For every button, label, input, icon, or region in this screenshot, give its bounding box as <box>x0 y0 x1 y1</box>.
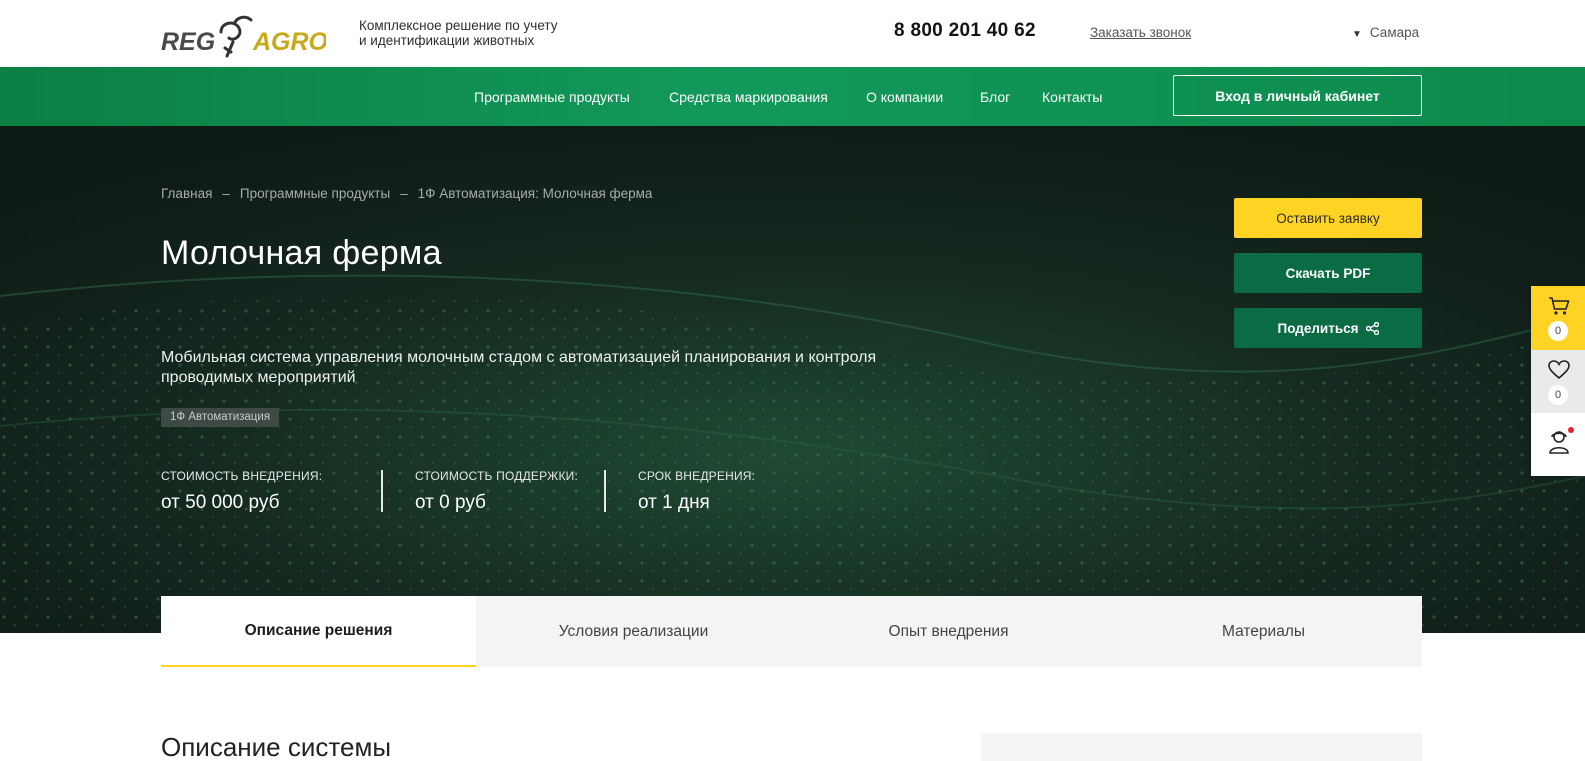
svg-text:REG: REG <box>161 28 215 56</box>
nav-item-contacts[interactable]: Контакты <box>1042 89 1102 105</box>
city-selector[interactable]: ▼ Самара <box>1352 25 1419 40</box>
login-button[interactable]: Вход в личный кабинет <box>1173 75 1422 116</box>
tab-implementation-experience[interactable]: Опыт внедрения <box>791 596 1106 667</box>
breadcrumb-home[interactable]: Главная <box>161 186 212 201</box>
tagline: Комплексное решение по учету и идентифик… <box>359 18 558 48</box>
breadcrumb-separator: – <box>400 186 408 201</box>
metric-label: Стоимость внедрения: <box>161 469 323 483</box>
main-nav: Программные продукты Средства маркирован… <box>0 67 1585 126</box>
side-panel: 0 0 <box>1531 286 1585 476</box>
tab-solution-description[interactable]: Описание решения <box>161 596 476 667</box>
metric-divider <box>381 470 383 512</box>
content-tabs: Описание решения Условия реализации Опыт… <box>161 596 1422 667</box>
callback-link[interactable]: Заказать звонок <box>1090 25 1191 40</box>
header: REG AGRO Комплексное решение по учету и … <box>0 0 1585 67</box>
side-card <box>981 733 1422 761</box>
nav-item-blog[interactable]: Блог <box>980 89 1010 105</box>
metric-value: от 1 дня <box>638 492 710 513</box>
cart-count: 0 <box>1548 321 1568 341</box>
support-agent-icon <box>1549 431 1569 454</box>
notification-dot <box>1568 427 1574 433</box>
metric-label: Стоимость поддержки: <box>415 469 579 483</box>
metric-divider <box>604 470 606 512</box>
tab-materials[interactable]: Материалы <box>1106 596 1421 667</box>
metric-value: от 0 руб <box>415 492 486 513</box>
section-title: Описание системы <box>161 732 392 761</box>
metric-implementation-cost: Стоимость внедрения: от 50 000 руб <box>161 469 322 514</box>
tagline-line-2: и идентификации животных <box>359 33 535 48</box>
nav-item-about[interactable]: О компании <box>866 89 943 105</box>
heart-icon <box>1548 360 1570 380</box>
regagro-logo[interactable]: REG AGRO <box>161 12 326 58</box>
metric-support-cost: Стоимость поддержки: от 0 руб <box>415 469 578 514</box>
city-label: Самара <box>1369 25 1420 40</box>
category-tag[interactable]: 1Ф Автоматизация <box>161 408 280 427</box>
svg-text:AGRO: AGRO <box>252 28 326 56</box>
nav-item-marking[interactable]: Средства маркирования <box>669 89 828 105</box>
favorites-widget[interactable]: 0 <box>1531 350 1585 413</box>
breadcrumb-separator: – <box>222 186 230 201</box>
hero-section: Главная – Программные продукты –1Ф Автомати… <box>0 126 1585 633</box>
nav-item-software[interactable]: Программные продукты <box>474 89 630 105</box>
download-pdf-button[interactable]: Скачать PDF <box>1234 253 1422 293</box>
favorites-count: 0 <box>1548 385 1568 405</box>
cart-widget[interactable]: 0 <box>1531 286 1585 350</box>
support-widget[interactable] <box>1531 413 1585 476</box>
share-label: Поделиться <box>1277 320 1359 336</box>
breadcrumb-current: 1Ф Автоматизация: Молочная ферма <box>417 186 653 201</box>
request-button[interactable]: Оставить заявку <box>1234 198 1422 238</box>
share-button[interactable]: Поделиться <box>1234 308 1422 348</box>
product-description: Мобильная система управления молочным ст… <box>161 349 877 386</box>
breadcrumb-software[interactable]: Программные продукты <box>240 186 390 201</box>
cart-icon <box>1549 297 1570 315</box>
share-icon <box>1365 321 1379 335</box>
phone-number[interactable]: 8 800 201 40 62 <box>894 20 1036 42</box>
breadcrumb: Главная – Программные продукты –1Ф Автомати… <box>161 186 652 201</box>
caret-down-icon: ▼ <box>1352 29 1362 40</box>
page: REG AGRO Комплексное решение по учету и … <box>0 0 1585 761</box>
metric-value: от 50 000 руб <box>161 492 280 513</box>
metric-label: Срок внедрения: <box>638 469 756 483</box>
page-title: Молочная ферма <box>161 234 442 272</box>
metric-implementation-time: Срок внедрения: от 1 дня <box>638 469 755 514</box>
tab-implementation-terms[interactable]: Условия реализации <box>476 596 791 667</box>
tagline-line-1: Комплексное решение по учету <box>359 18 558 33</box>
